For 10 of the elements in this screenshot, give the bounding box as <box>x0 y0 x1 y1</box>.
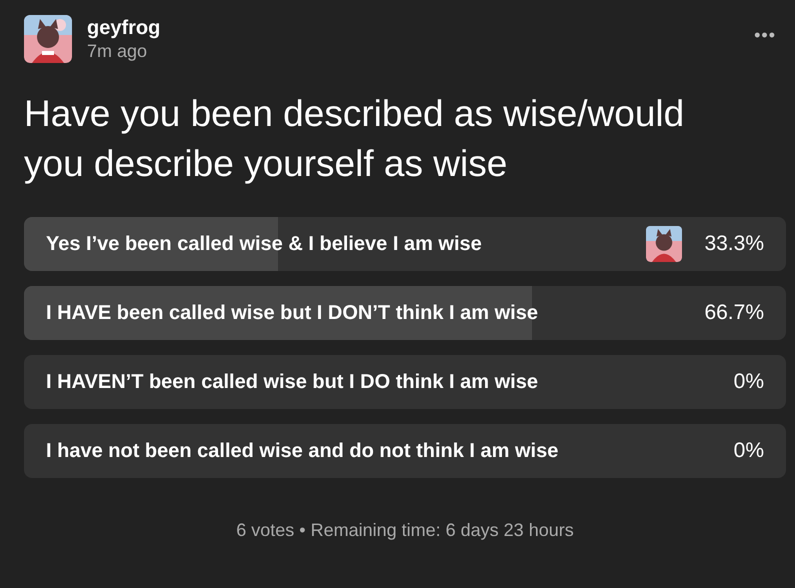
poll-summary: 6 votes • Remaining time: 6 days 23 hours <box>235 520 575 541</box>
username[interactable]: geyfrog <box>87 16 744 40</box>
poll-option[interactable]: I HAVEN’T been called wise but I DO think I am wise 0% <box>24 355 786 409</box>
post-time: 7m ago <box>87 40 148 62</box>
more-button[interactable]: ••• <box>744 25 786 46</box>
poll-option[interactable]: I HAVE been called wise but I DON’T think I am wise 66.7% <box>24 286 786 340</box>
poll-option[interactable]: I have not been called wise and do not think I am wise 0% <box>24 424 786 478</box>
poll-question: Have you been described as wise/would you describe yourself as wise <box>24 92 686 186</box>
poll-option[interactable]: Yes I’ve been called wise & I believe I am wise 33.3% <box>24 217 786 271</box>
voter-avatar <box>646 226 682 262</box>
